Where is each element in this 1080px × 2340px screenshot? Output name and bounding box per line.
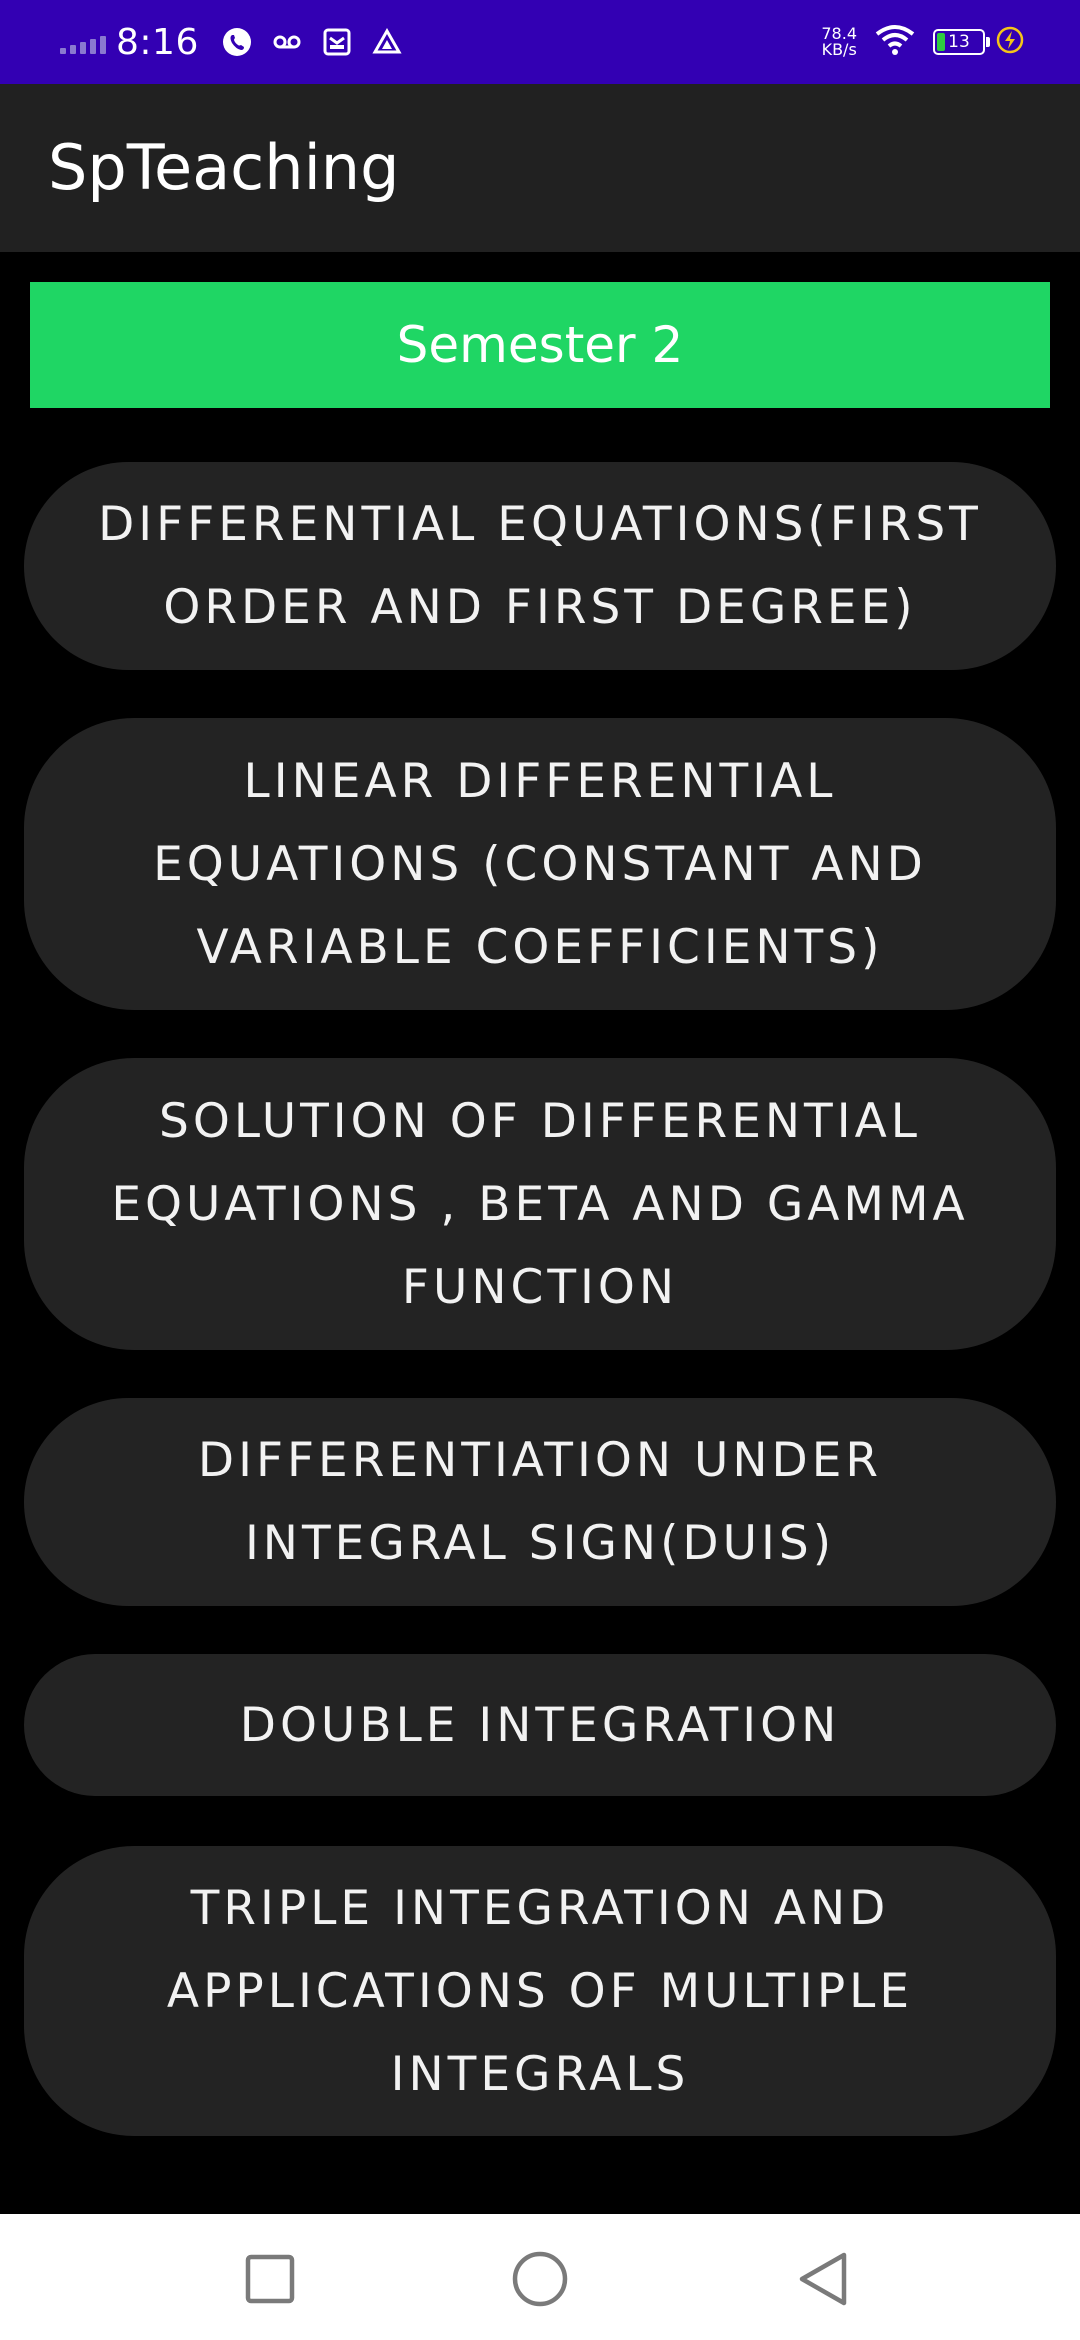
topic-label: DOUBLE INTEGRATION [239, 1697, 841, 1753]
battery-icon: 13 [933, 26, 1024, 58]
topic-label: LINEAR DIFFERENTIAL EQUATIONS (CONSTANT … [153, 753, 927, 975]
battery-level: 13 [948, 32, 970, 52]
semester-banner: Semester 2 [30, 282, 1050, 408]
wifi-icon [875, 24, 915, 60]
app-bar: SpTeaching [0, 84, 1080, 252]
app-title: SpTeaching [48, 131, 400, 204]
back-button[interactable] [778, 2234, 868, 2324]
topic-label: DIFFERENTIATION UNDER INTEGRAL SIGN(DUIS… [197, 1433, 883, 1571]
recents-button[interactable] [225, 2234, 315, 2324]
topic-label: TRIPLE INTEGRATION AND APPLICATIONS OF M… [166, 1880, 914, 2102]
signal-strength-icon [60, 30, 106, 54]
voicemail-icon [271, 26, 303, 58]
circle-icon [512, 2251, 568, 2307]
square-icon [245, 2254, 295, 2304]
topic-button-first-order-de[interactable]: DIFFERENTIAL EQUATIONS(FIRST ORDER AND F… [24, 462, 1056, 670]
triangle-back-icon [799, 2252, 847, 2306]
topic-button-linear-de[interactable]: LINEAR DIFFERENTIAL EQUATIONS (CONSTANT … [24, 718, 1056, 1010]
topic-label: SOLUTION OF DIFFERENTIAL EQUATIONS , BET… [111, 1093, 969, 1315]
drive-icon [371, 26, 403, 58]
network-speed: 78.4 KB/s [821, 26, 857, 58]
status-time: 8:16 [116, 21, 199, 63]
charging-bolt-icon [996, 26, 1024, 58]
topic-button-duis[interactable]: DIFFERENTIATION UNDER INTEGRAL SIGN(DUIS… [24, 1398, 1056, 1606]
home-button[interactable] [495, 2234, 585, 2324]
topic-button-beta-gamma[interactable]: SOLUTION OF DIFFERENTIAL EQUATIONS , BET… [24, 1058, 1056, 1350]
topic-button-triple-integration[interactable]: TRIPLE INTEGRATION AND APPLICATIONS OF M… [24, 1846, 1056, 2136]
status-bar: 8:16 78.4 KB/s 13 [0, 0, 1080, 84]
topic-button-double-integration[interactable]: DOUBLE INTEGRATION [24, 1654, 1056, 1796]
phone-call-icon [221, 26, 253, 58]
net-speed-unit: KB/s [821, 40, 857, 59]
topic-label: DIFFERENTIAL EQUATIONS(FIRST ORDER AND F… [98, 497, 982, 635]
mail-icon [321, 26, 353, 58]
navigation-bar [0, 2214, 1080, 2340]
